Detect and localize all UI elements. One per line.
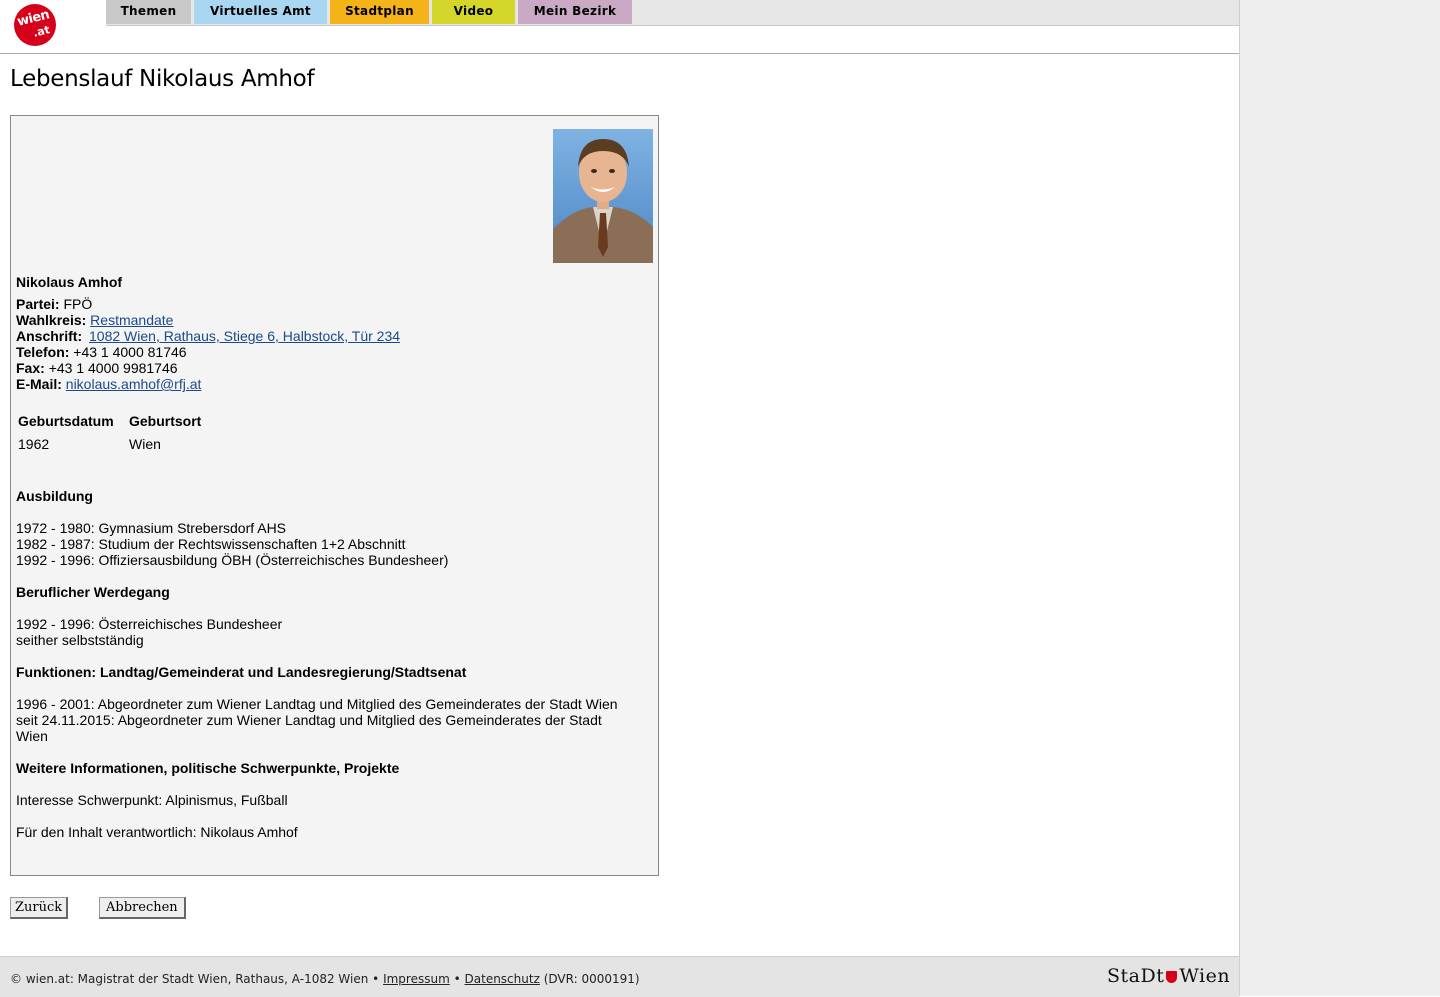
verantwortlich-text: Für den Inhalt verantwortlich: Nikolaus … [16, 824, 298, 840]
table-header-geburtsort: Geburtsort [129, 413, 202, 429]
nav-bar: Themen Virtuelles Amt Stadtplan Video Me… [106, 0, 1239, 26]
section-title-beruf: Beruflicher Werdegang [16, 584, 170, 600]
abbrechen-button[interactable]: Abbrechen [99, 897, 186, 919]
ausbildung-item: 1982 - 1987: Studium der Rechtswissensch… [16, 536, 406, 552]
side-strip [1239, 0, 1440, 996]
table-header-geburtsdatum: Geburtsdatum [18, 413, 114, 429]
funktionen-item: seit 24.11.2015: Abgeordneter zum Wiener… [16, 712, 602, 728]
portrait-photo [553, 129, 653, 263]
wahlkreis-row: Wahlkreis: Restmandate [16, 312, 173, 328]
table-cell-geburtsort: Wien [129, 436, 161, 452]
email-link[interactable]: nikolaus.amhof@rfj.at [66, 376, 202, 392]
partei-row: Partei: FPÖ [16, 296, 92, 312]
funktionen-item: Wien [16, 728, 48, 744]
beruf-item: 1992 - 1996: Österreichisches Bundesheer [16, 616, 283, 632]
nav-tab-themen[interactable]: Themen [106, 0, 191, 24]
logo-text-at: .at [31, 23, 52, 40]
ausbildung-item: 1992 - 1996: Offiziersausbildung ÖBH (Ös… [16, 552, 449, 568]
header: wien .at Themen Virtuelles Amt Stadtplan… [0, 0, 1239, 54]
section-title-funktionen: Funktionen: Landtag/Gemeinderat und Land… [16, 664, 467, 680]
wien-shield-icon [1166, 971, 1178, 983]
footer-text: © wien.at: Magistrat der Stadt Wien, Rat… [10, 972, 640, 986]
page: wien .at Themen Virtuelles Amt Stadtplan… [0, 0, 1239, 997]
table-cell-geburtsdatum: 1962 [18, 436, 50, 452]
stadt-wien-logo[interactable]: StaDt Wien [1107, 965, 1230, 987]
fax-label: Fax: [16, 360, 45, 376]
profile-name: Nikolaus Amhof [16, 274, 123, 290]
stadt-logo-right: Wien [1179, 965, 1231, 987]
telefon-value: +43 1 4000 81746 [73, 344, 187, 360]
wien-at-logo[interactable]: wien .at [14, 4, 56, 46]
section-title-ausbildung: Ausbildung [16, 488, 93, 504]
stadt-logo-left: StaDt [1107, 965, 1165, 987]
impressum-link[interactable]: Impressum [383, 972, 450, 986]
nav-tab-virtuelles-amt[interactable]: Virtuelles Amt [194, 0, 327, 24]
nav-tab-video[interactable]: Video [432, 0, 515, 24]
anschrift-row: Anschrift: 1082 Wien, Rathaus, Stiege 6,… [16, 328, 400, 344]
anschrift-link[interactable]: 1082 Wien, Rathaus, Stiege 6, Halbstock,… [89, 328, 400, 344]
nav-tab-mein-bezirk[interactable]: Mein Bezirk [518, 0, 632, 24]
profile-box: Nikolaus Amhof Partei: FPÖ Wahlkreis: Re… [10, 115, 659, 876]
partei-value: FPÖ [63, 296, 93, 312]
fax-row: Fax: +43 1 4000 9981746 [16, 360, 178, 376]
section-title-weitere: Weitere Informationen, politische Schwer… [16, 760, 400, 776]
beruf-item: seither selbstständig [16, 632, 144, 648]
ausbildung-item: 1972 - 1980: Gymnasium Strebersdorf AHS [16, 520, 287, 536]
footer-dvr: (DVR: 0000191) [543, 972, 640, 986]
partei-label: Partei: [16, 296, 60, 312]
datenschutz-link[interactable]: Datenschutz [465, 972, 540, 986]
page-title: Lebenslauf Nikolaus Amhof [10, 66, 315, 92]
email-row: E-Mail: nikolaus.amhof@rfj.at [16, 376, 201, 392]
wahlkreis-label: Wahlkreis: [16, 312, 87, 328]
fax-value: +43 1 4000 9981746 [48, 360, 178, 376]
email-label: E-Mail: [16, 376, 62, 392]
footer: © wien.at: Magistrat der Stadt Wien, Rat… [0, 956, 1239, 997]
wahlkreis-link[interactable]: Restmandate [90, 312, 173, 328]
zurueck-button[interactable]: Zurück [10, 897, 69, 919]
weitere-item: Interesse Schwerpunkt: Alpinismus, Fußba… [16, 792, 288, 808]
footer-copyright: © wien.at: Magistrat der Stadt Wien, Rat… [10, 972, 380, 986]
funktionen-item: 1996 - 2001: Abgeordneter zum Wiener Lan… [16, 696, 618, 712]
telefon-label: Telefon: [16, 344, 70, 360]
footer-separator: • [453, 972, 461, 986]
telefon-row: Telefon: +43 1 4000 81746 [16, 344, 187, 360]
nav-tab-stadtplan[interactable]: Stadtplan [330, 0, 429, 24]
anschrift-label: Anschrift: [16, 328, 83, 344]
